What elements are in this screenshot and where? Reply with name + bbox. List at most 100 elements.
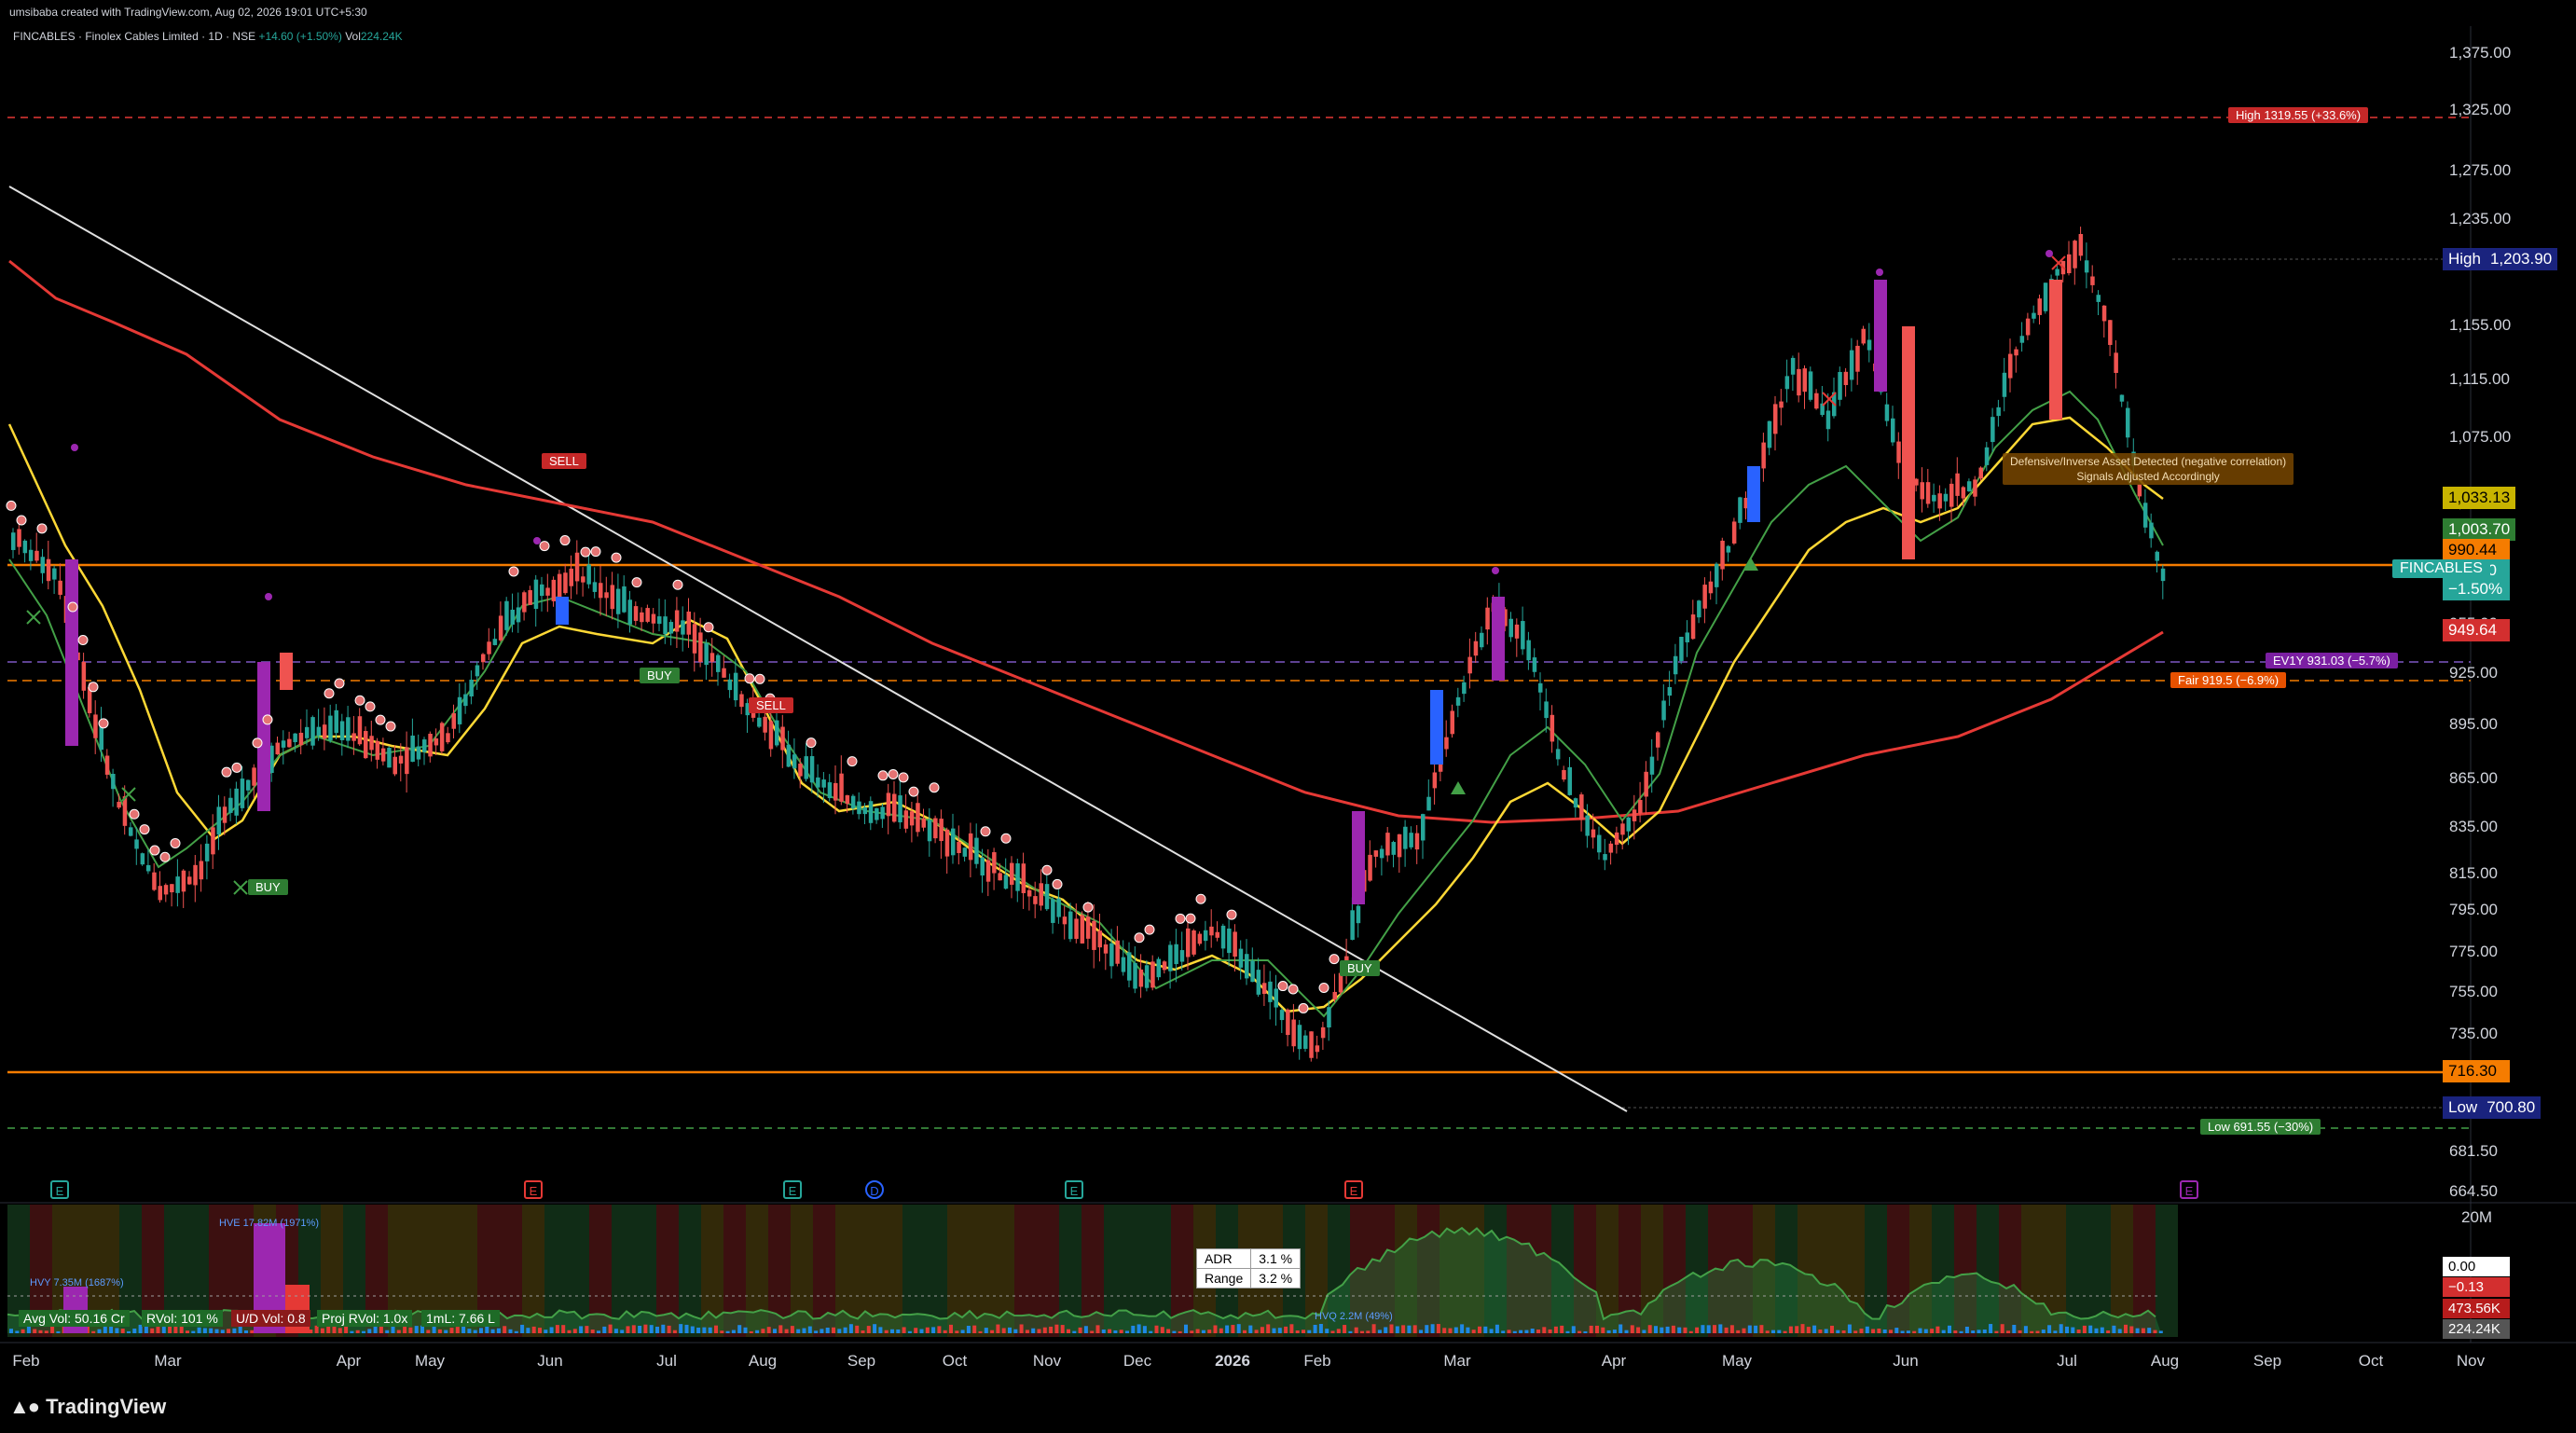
candle-body xyxy=(1203,930,1208,942)
sell-dot xyxy=(877,770,889,781)
candle-body xyxy=(1544,701,1549,719)
tradingview-logo-icon: ▲● xyxy=(9,1395,40,1418)
volume-bar xyxy=(766,1327,771,1333)
volume-bar xyxy=(749,1330,753,1333)
symbol-tag: FINCABLES xyxy=(2392,559,2490,578)
volume-bar xyxy=(408,1327,413,1333)
price-tick-label: 775.00 xyxy=(2449,943,2498,960)
candle-body xyxy=(892,793,897,822)
candle-body xyxy=(2014,349,2018,356)
candle-body xyxy=(1814,393,1819,409)
time-tick-label: Mar xyxy=(154,1352,182,1370)
candle-body xyxy=(775,720,779,746)
volume-bar xyxy=(350,1330,354,1333)
candle-body xyxy=(1961,487,1966,499)
tradingview-logo[interactable]: ▲● TradingView xyxy=(9,1395,166,1419)
candle-body xyxy=(328,715,333,741)
candle-body xyxy=(228,797,233,813)
triangle-up-icon xyxy=(1451,781,1466,794)
volume-bar xyxy=(1054,1324,1059,1333)
volume-bar xyxy=(1419,1330,1423,1333)
volume-bar xyxy=(1871,1329,1876,1333)
candle-body xyxy=(134,839,139,849)
volume-bar xyxy=(1384,1327,1388,1333)
volume-bar xyxy=(731,1330,736,1333)
sell-dot xyxy=(980,826,991,837)
volume-bar xyxy=(244,1330,248,1333)
candle-body xyxy=(1932,494,1936,502)
candle-body xyxy=(281,740,286,748)
candle-body xyxy=(1144,965,1150,988)
ml-chip: 1mL: 7.66 L xyxy=(421,1310,500,1327)
candle-body xyxy=(351,733,356,741)
candle-body xyxy=(657,616,662,625)
sell-dot xyxy=(1185,913,1196,924)
volume-bar xyxy=(1060,1325,1065,1333)
candle-body xyxy=(551,579,557,601)
candle-body xyxy=(1197,933,1203,944)
volume-bar xyxy=(1994,1330,1999,1333)
volume-bar xyxy=(1595,1325,1599,1333)
candle-body xyxy=(1991,417,1995,443)
volume-bar xyxy=(1759,1325,1764,1333)
price-chart[interactable]: 1,375.001,325.001,275.001,235.001,195.00… xyxy=(0,0,2576,1394)
sell-dot xyxy=(1277,981,1288,992)
volume-bar xyxy=(667,1325,671,1333)
volume-bar xyxy=(1736,1330,1741,1333)
volume-bar xyxy=(1889,1330,1893,1333)
volume-bar xyxy=(508,1329,513,1333)
volume-bar xyxy=(960,1330,965,1333)
candle-body xyxy=(1138,969,1144,987)
candle-body xyxy=(1867,339,1872,351)
range-row: Range 3.2 % xyxy=(1195,1268,1302,1288)
volume-bar xyxy=(1706,1325,1711,1333)
time-tick-label: May xyxy=(1722,1352,1753,1370)
price-tick-label: 1,235.00 xyxy=(2449,210,2511,227)
volume-bar xyxy=(878,1327,883,1333)
candle-body xyxy=(252,767,256,786)
volume-bar xyxy=(2158,1330,2163,1333)
volume-bar xyxy=(1495,1324,1499,1333)
time-tick-label: Oct xyxy=(943,1352,968,1370)
candle-body xyxy=(1467,656,1472,674)
volume-bar xyxy=(1113,1330,1118,1333)
rvol-chip: RVol: 101 % xyxy=(142,1310,223,1327)
candle-body xyxy=(375,740,380,760)
volume-bar xyxy=(9,1329,13,1333)
sell-dot xyxy=(159,851,171,862)
sell-dot xyxy=(1082,902,1094,913)
candle-body xyxy=(81,661,87,691)
volume-bar xyxy=(1160,1327,1164,1333)
volume-bar xyxy=(814,1330,819,1333)
volume-bar xyxy=(1031,1328,1036,1333)
candle-body xyxy=(1896,441,1901,463)
candle-body xyxy=(909,811,915,826)
candle-body xyxy=(1667,686,1673,696)
candle-body xyxy=(1920,482,1924,500)
volume-bar xyxy=(1436,1324,1440,1333)
hline-price-box: 990.44 xyxy=(2443,539,2510,561)
candle-body xyxy=(1538,682,1543,693)
volume-bar xyxy=(1654,1326,1658,1333)
volume-bar xyxy=(514,1330,518,1333)
candle-body xyxy=(1855,345,1860,372)
volume-bar xyxy=(1783,1330,1787,1333)
candle-body xyxy=(510,609,515,625)
volume-bar xyxy=(1882,1329,1887,1333)
sell-dot xyxy=(508,566,519,577)
volume-bar xyxy=(1729,1325,1734,1333)
candle-body xyxy=(663,616,668,635)
highlight-candle xyxy=(257,662,270,811)
low-price-tag: Low 700.80 xyxy=(2443,1096,2542,1119)
candle-body xyxy=(211,827,215,855)
volume-bar xyxy=(2124,1324,2128,1333)
candle-body xyxy=(1638,799,1643,814)
volume-bar xyxy=(1923,1329,1928,1333)
candle-body xyxy=(475,665,480,677)
volume-bar xyxy=(1577,1330,1582,1333)
volume-bar xyxy=(1771,1330,1775,1333)
candle-body xyxy=(158,886,162,901)
price-tick-label: 1,375.00 xyxy=(2449,44,2511,62)
volume-bar xyxy=(1601,1327,1605,1333)
candle-body xyxy=(1332,991,1337,1000)
